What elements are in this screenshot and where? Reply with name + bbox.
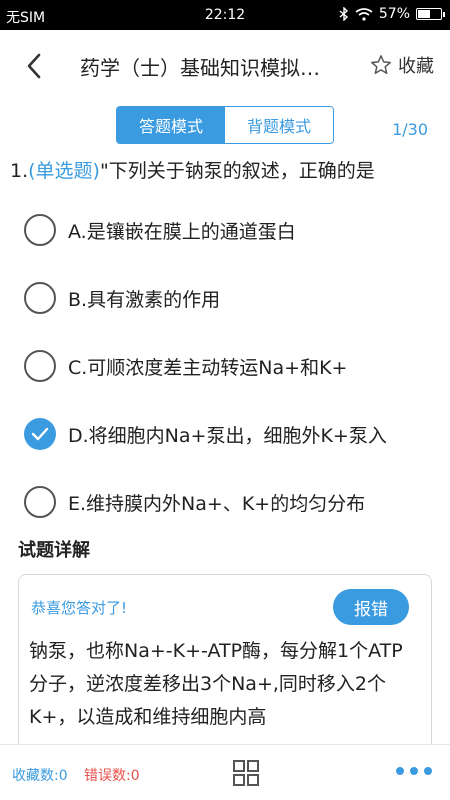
question-text: 1.(单选题)"下列关于钠泵的叙述，正确的是 <box>10 156 442 183</box>
detail-heading: 试题详解 <box>18 540 90 561</box>
question-progress: 1/30 <box>392 120 428 139</box>
radio-unchecked-icon[interactable] <box>24 350 56 382</box>
header: 药学（士）基础知识模拟… 收藏 <box>0 30 450 102</box>
explanation-text: 钠泵，也称Na+-K+-ATP酶，每分解1个ATP分子，逆浓度差移出3个Na+,… <box>29 640 403 728</box>
option-label: D.将细胞内Na+泵出，细胞外K+泵入 <box>68 424 387 447</box>
tab-answer-mode[interactable]: 答题模式 <box>117 107 225 143</box>
options-list: A.是镶嵌在膜上的通道蛋白 B.具有激素的作用 C.可顺浓度差主动转运Na+和K… <box>24 196 444 536</box>
favorite-button[interactable]: 收藏 <box>370 52 434 78</box>
favorite-label: 收藏 <box>398 56 434 77</box>
option-label: B.具有激素的作用 <box>68 288 221 311</box>
bluetooth-icon <box>339 7 348 21</box>
star-outline-icon <box>371 55 391 74</box>
radio-checked-icon[interactable] <box>24 418 56 450</box>
option-label: E.维持膜内外Na+、K+的均匀分布 <box>68 492 366 515</box>
battery-icon <box>416 8 445 20</box>
bottom-bar: 收藏数:0 错误数:0 <box>0 744 450 800</box>
grid-icon[interactable] <box>232 759 260 787</box>
tab-review-mode[interactable]: 背题模式 <box>225 107 333 143</box>
option-c[interactable]: C.可顺浓度差主动转运Na+和K+ <box>24 332 444 400</box>
errors-count[interactable]: 错误数:0 <box>84 765 140 785</box>
chevron-left-icon <box>27 53 41 79</box>
result-message: 恭喜您答对了! <box>31 599 128 617</box>
status-bar: 无SIM 22:12 57% <box>0 0 450 30</box>
radio-unchecked-icon[interactable] <box>24 214 56 246</box>
more-dots-icon[interactable] <box>396 767 432 775</box>
wifi-icon <box>355 7 373 21</box>
option-label: C.可顺浓度差主动转运Na+和K+ <box>68 356 348 379</box>
status-right: 57% <box>339 6 445 22</box>
report-error-button[interactable]: 报错 <box>333 589 409 625</box>
option-e[interactable]: E.维持膜内外Na+、K+的均匀分布 <box>24 468 444 536</box>
question-stem: "下列关于钠泵的叙述，正确的是 <box>99 160 375 182</box>
favorites-count[interactable]: 收藏数:0 <box>12 765 68 785</box>
option-b[interactable]: B.具有激素的作用 <box>24 264 444 332</box>
mode-switch: 答题模式 背题模式 <box>116 106 334 144</box>
question-type: (单选题) <box>28 160 100 182</box>
check-icon <box>31 427 49 441</box>
option-d[interactable]: D.将细胞内Na+泵出，细胞外K+泵入 <box>24 400 444 468</box>
option-a[interactable]: A.是镶嵌在膜上的通道蛋白 <box>24 196 444 264</box>
page-title: 药学（士）基础知识模拟… <box>80 56 320 80</box>
radio-unchecked-icon[interactable] <box>24 486 56 518</box>
option-label: A.是镶嵌在膜上的通道蛋白 <box>68 220 296 243</box>
radio-unchecked-icon[interactable] <box>24 282 56 314</box>
battery-percent: 57% <box>378 6 410 22</box>
question-number: 1. <box>10 160 29 182</box>
back-button[interactable] <box>14 48 54 84</box>
